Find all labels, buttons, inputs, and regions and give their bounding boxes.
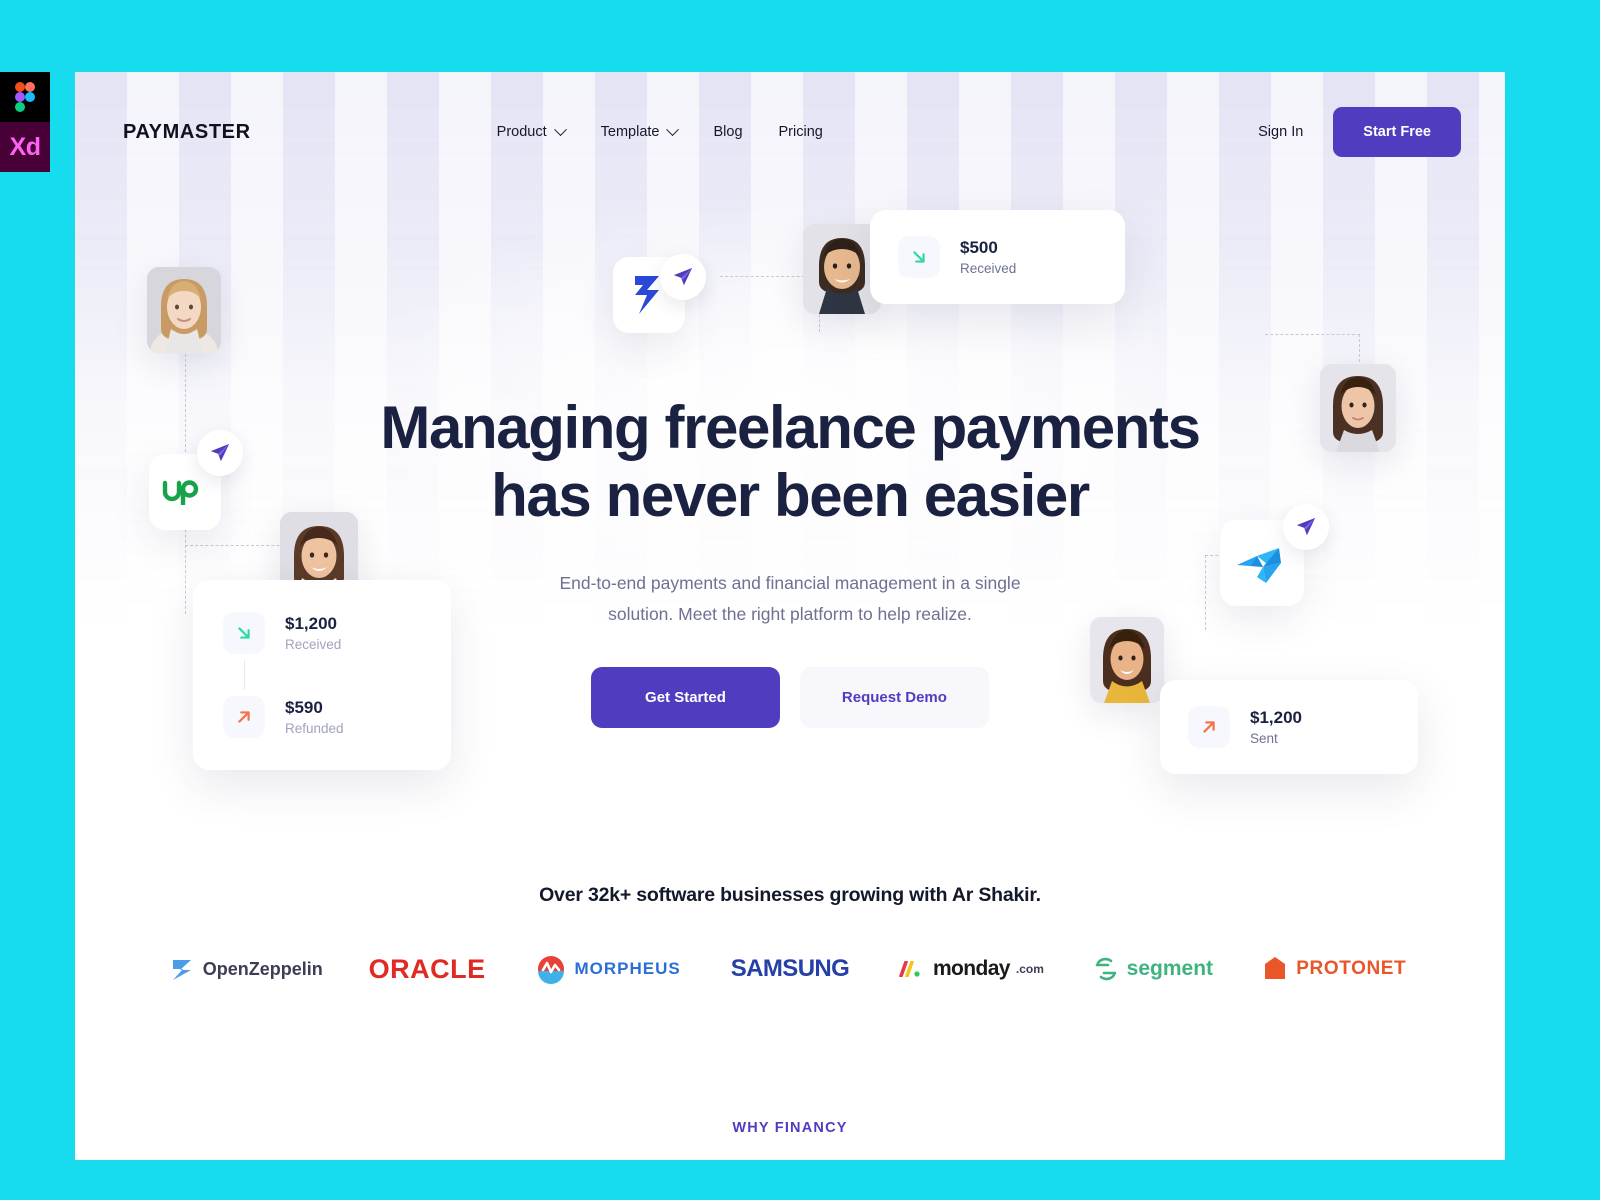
transaction-amount: $590 — [285, 697, 323, 717]
chevron-down-icon — [666, 122, 680, 136]
hero-subtitle: End-to-end payments and financial manage… — [559, 572, 1021, 624]
get-started-button[interactable]: Get Started — [591, 667, 780, 729]
arrow-down-right-icon — [898, 236, 940, 278]
adobe-xd-icon: Xd — [0, 122, 50, 172]
social-proof-section: Over 32k+ software businesses growing wi… — [75, 884, 1505, 989]
paper-plane-badge — [1283, 504, 1329, 550]
chevron-down-icon — [553, 122, 567, 136]
transaction-row: $1,200 Sent — [1188, 706, 1390, 748]
transaction-card-top: $500 Received — [870, 210, 1125, 304]
transaction-row: $590 Refunded — [223, 696, 421, 738]
transaction-amount: $1,200 — [285, 613, 337, 633]
arrow-down-right-icon — [223, 612, 265, 654]
nav-item-template[interactable]: Template — [600, 122, 680, 140]
avatar-brunette-woman-right — [1320, 364, 1396, 452]
paper-plane-icon — [1296, 517, 1316, 536]
morpheus-logo: MORPHEUS — [518, 949, 699, 989]
monday-label: monday — [932, 957, 1011, 980]
transaction-row: $1,200 Received — [223, 612, 421, 654]
arrow-up-right-icon — [1188, 706, 1230, 748]
transaction-card-left: $1,200 Received $590 Refunded — [193, 580, 451, 770]
why-financy-label: WHY FINANCY — [732, 1120, 848, 1136]
nav-item-pricing[interactable]: Pricing — [779, 124, 823, 140]
landing-page: PAYMASTER Product Template Blog Pricing … — [75, 72, 1505, 1160]
openzeppelin-label: OpenZeppelin — [202, 958, 323, 979]
oracle-logo: ORACLE — [336, 949, 517, 989]
protonet-mark — [1265, 957, 1286, 979]
toptal-logo — [1237, 548, 1281, 583]
arrow-up-right-icon — [223, 696, 265, 738]
figma-icon — [0, 72, 50, 122]
segment-logo: segment — [1062, 949, 1243, 989]
social-proof-title: Over 32k+ software businesses growing wi… — [539, 884, 1041, 906]
sign-in-link[interactable]: Sign In — [1258, 124, 1303, 140]
segment-mark — [1095, 957, 1116, 981]
row-divider — [244, 660, 245, 690]
samsung-logo: SAMSUNG — [699, 949, 880, 989]
transaction-text: $1,200 Received — [285, 613, 341, 654]
protonet-label: PROTONET — [1296, 958, 1407, 979]
samsung-label: SAMSUNG — [730, 955, 850, 982]
morpheus-label: MORPHEUS — [574, 959, 681, 978]
header-actions: Sign In Start Free — [1258, 107, 1461, 157]
monday-mark — [899, 961, 920, 977]
transaction-label: Received — [285, 636, 342, 652]
transaction-amount: $500 — [960, 237, 998, 257]
nav-label-blog: Blog — [713, 124, 743, 140]
paper-plane-icon — [673, 267, 693, 286]
monday-logo: monday .com — [881, 949, 1062, 989]
transaction-text: $1,200 Sent — [1250, 707, 1302, 748]
nav-item-blog[interactable]: Blog — [713, 124, 742, 140]
hero-title-line-1: Managing freelance payments — [380, 394, 1201, 461]
brand-logo-row: OpenZeppelin ORACLE MORPHEUS SAMSUNG mon… — [75, 949, 1505, 989]
upwork-logo — [162, 480, 199, 505]
adobe-xd-label: Xd — [9, 132, 41, 161]
transaction-label: Refunded — [285, 720, 344, 736]
oracle-label: ORACLE — [368, 953, 486, 984]
paper-plane-icon — [210, 443, 230, 462]
transaction-label: Sent — [1250, 730, 1278, 746]
start-free-button[interactable]: Start Free — [1333, 107, 1461, 157]
monday-suffix: .com — [1015, 962, 1044, 976]
nav-label-template: Template — [600, 124, 660, 140]
protonet-logo: PROTONET — [1244, 949, 1425, 989]
request-demo-button[interactable]: Request Demo — [799, 667, 989, 729]
figma-glyph — [15, 82, 35, 112]
brand-logo[interactable]: PAYMASTER — [123, 121, 251, 144]
nav-item-product[interactable]: Product — [496, 122, 567, 140]
transaction-amount: $1,200 — [1250, 707, 1302, 727]
transaction-text: $500 Received — [960, 237, 1016, 278]
transaction-card-right: $1,200 Sent — [1160, 680, 1418, 774]
site-header: PAYMASTER Product Template Blog Pricing … — [75, 72, 1505, 192]
avatar-woman-yellow-top — [1090, 617, 1164, 703]
nav-label-pricing: Pricing — [778, 124, 823, 140]
nav-label-product: Product — [496, 124, 547, 140]
design-tool-badges: Xd — [0, 72, 50, 172]
segment-label: segment — [1126, 957, 1214, 980]
hero-title-line-2: has never been easier — [491, 462, 1090, 530]
transaction-row: $500 Received — [898, 236, 1097, 278]
transaction-label: Received — [960, 260, 1017, 276]
morpheus-mark — [538, 956, 565, 984]
paper-plane-badge — [660, 254, 706, 300]
transaction-text: $590 Refunded — [285, 697, 344, 738]
paper-plane-badge — [197, 430, 243, 476]
avatar-blonde-woman — [147, 267, 221, 353]
openzeppelin-mark — [172, 960, 191, 980]
main-navigation: Product Template Blog Pricing — [496, 122, 823, 140]
openzeppelin-logo: OpenZeppelin — [155, 949, 336, 989]
